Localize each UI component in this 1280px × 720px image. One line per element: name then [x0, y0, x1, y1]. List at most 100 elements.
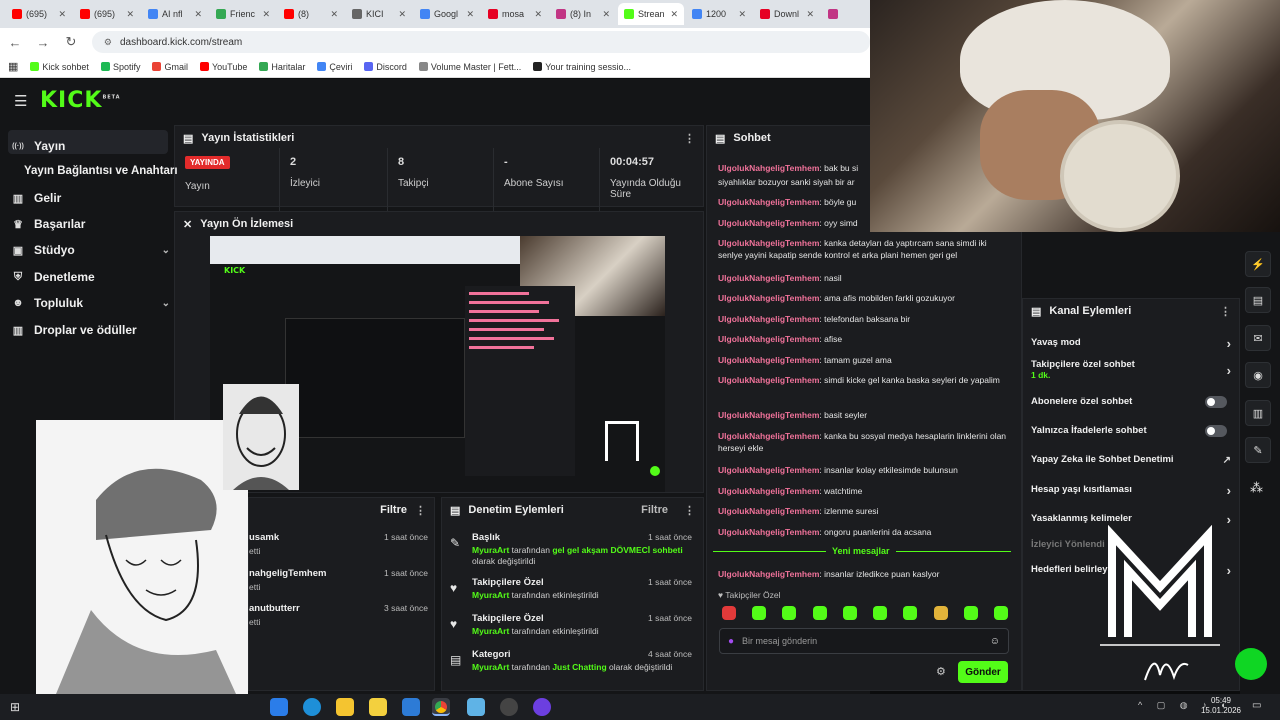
- chat-username[interactable]: UlgolukNahgeligTemhem: [718, 218, 819, 228]
- emote-icon[interactable]: [933, 606, 948, 620]
- tab-close-icon[interactable]: ✕: [194, 9, 202, 20]
- browser-tab[interactable]: 1200 ✕: [686, 3, 752, 25]
- tab-close-icon[interactable]: ✕: [670, 9, 678, 20]
- copilot-icon[interactable]: [270, 698, 288, 716]
- bookmark[interactable]: Spotify: [100, 62, 140, 72]
- moderation-row[interactable]: ✎ Başlık MyuraArt tarafından gel gel akşam…: [448, 532, 698, 566]
- windows-start-icon[interactable]: ⊞: [10, 700, 20, 714]
- sidebar-item[interactable]: Yayın Bağlantısı ve Anahtarı: [24, 159, 184, 183]
- chat-username[interactable]: UlgolukNahgeligTemhem: [718, 569, 819, 579]
- chat-username[interactable]: UlgolukNahgeligTemhem: [718, 355, 819, 365]
- sidebar-item[interactable]: ▥ Droplar ve ödüller: [12, 318, 170, 342]
- channel-action-row[interactable]: Abonelere özel sohbet: [1031, 394, 1231, 410]
- channel-action-row[interactable]: Yalnızca İfadelerle sohbet: [1031, 423, 1231, 439]
- browser-tab[interactable]: Frienc ✕: [210, 3, 276, 25]
- browser-tab[interactable]: KICI ✕: [346, 3, 412, 25]
- channel-action-row[interactable]: İzleyici Yönlendi: [1031, 537, 1231, 553]
- chrome-icon[interactable]: [432, 698, 450, 716]
- sticky-app-icon[interactable]: [369, 698, 387, 716]
- moderation-actor[interactable]: MyuraArt: [472, 545, 509, 555]
- bolt-icon[interactable]: ⚡: [1245, 251, 1271, 277]
- activity-row[interactable]: anutbutterr etti 3 saat önce: [249, 603, 429, 633]
- bookmark[interactable]: Your training sessio...: [533, 62, 631, 72]
- chat-username[interactable]: UlgolukNahgeligTemhem: [718, 506, 819, 516]
- tab-close-icon[interactable]: ✕: [602, 9, 610, 20]
- reload-icon[interactable]: ↻: [64, 34, 78, 50]
- chevron-right-icon[interactable]: ›: [1227, 563, 1231, 578]
- chat-username[interactable]: UlgolukNahgeligTemhem: [718, 527, 819, 537]
- tab-close-icon[interactable]: ✕: [126, 9, 134, 20]
- emote-icon[interactable]: [993, 606, 1008, 620]
- moderation-actor[interactable]: MyuraArt: [472, 590, 509, 600]
- moderation-row[interactable]: ♥ Takipçilere Özel MyuraArt tarafından etk…: [448, 577, 698, 611]
- emote-icon[interactable]: [842, 606, 857, 620]
- sidebar-item[interactable]: ⛨ Denetleme: [12, 265, 170, 289]
- app2-icon[interactable]: [533, 698, 551, 716]
- emote-icon[interactable]: [903, 606, 918, 620]
- wrench-icon[interactable]: ✎: [1245, 437, 1271, 463]
- moderation-actor[interactable]: MyuraArt: [472, 662, 509, 672]
- chat-username[interactable]: UlgolukNahgeligTemhem: [718, 163, 819, 173]
- more-icon[interactable]: ⋮: [415, 504, 426, 517]
- chat-message[interactable]: UlgolukNahgeligTemhem: kanka detayları d…: [718, 237, 1008, 261]
- chat-message[interactable]: UlgolukNahgeligTemhem: insanlar kolay et…: [718, 464, 1008, 476]
- tab-close-icon[interactable]: ✕: [806, 9, 814, 20]
- url-field[interactable]: ⚙ dashboard.kick.com/stream: [91, 31, 871, 53]
- browser-tab[interactable]: Strean ✕: [618, 3, 684, 25]
- chat-message[interactable]: UlgolukNahgeligTemhem: ongoru puanlerini…: [718, 526, 1008, 538]
- bookmark[interactable]: YouTube: [199, 62, 247, 72]
- chat-message[interactable]: UlgolukNahgeligTemhem: insanlar izledikc…: [718, 568, 1008, 580]
- chat-username[interactable]: UlgolukNahgeligTemhem: [718, 273, 819, 283]
- tab-close-icon[interactable]: ✕: [330, 9, 338, 20]
- chevron-right-icon[interactable]: ›: [1227, 483, 1231, 498]
- edge-icon[interactable]: [303, 698, 321, 716]
- mail-icon[interactable]: [402, 698, 420, 716]
- sidebar-item[interactable]: ▣ Stüdyo ⌄: [12, 238, 170, 262]
- sidebar-item[interactable]: ((·)) Yayın: [12, 134, 170, 158]
- chevron-right-icon[interactable]: ›: [1227, 336, 1231, 351]
- moderation-row[interactable]: ♥ Takipçilere Özel MyuraArt tarafından etk…: [448, 613, 698, 647]
- sidebar-item[interactable]: ☻ Topluluk ⌄: [12, 291, 170, 315]
- taskbar-clock[interactable]: 05:49 15.01.2026: [1196, 696, 1246, 716]
- tab-close-icon[interactable]: ✕: [466, 9, 474, 20]
- chat-username[interactable]: UlgolukNahgeligTemhem: [718, 375, 819, 385]
- emote-icon[interactable]: [752, 606, 767, 620]
- browser-tab[interactable]: (695) ✕: [74, 3, 140, 25]
- bookmark[interactable]: Kick sohbet: [30, 62, 89, 72]
- external-link-icon[interactable]: ↗: [1223, 455, 1231, 466]
- chat-message[interactable]: UlgolukNahgeligTemhem: simdi kicke gel k…: [718, 374, 1008, 386]
- channel-action-row[interactable]: Yasaklanmış kelimeler ›: [1031, 511, 1231, 527]
- chat-message[interactable]: UlgolukNahgeligTemhem: tamam guzel ama: [718, 354, 1008, 366]
- tab-close-icon[interactable]: ✕: [738, 9, 746, 20]
- moderation-row[interactable]: ▤ Kategori MyuraArt tarafından Just Chatti…: [448, 649, 698, 683]
- chevron-right-icon[interactable]: ›: [1227, 363, 1231, 378]
- chat-message[interactable]: UlgolukNahgeligTemhem: nasil: [718, 272, 1008, 284]
- tab-close-icon[interactable]: ✕: [262, 9, 270, 20]
- more-icon[interactable]: ⋮: [1220, 305, 1231, 318]
- kick-logo[interactable]: KICKBETA: [40, 88, 121, 113]
- notification-icon[interactable]: ▭: [1252, 700, 1261, 711]
- chat-bubble-icon[interactable]: ✉: [1245, 325, 1271, 351]
- obs-icon[interactable]: [500, 698, 518, 716]
- bookmark[interactable]: Discord: [364, 62, 407, 72]
- chat-username[interactable]: UlgolukNahgeligTemhem: [718, 410, 819, 420]
- chat-username[interactable]: UlgolukNahgeligTemhem: [718, 334, 819, 344]
- mic-icon[interactable]: ●: [728, 636, 734, 647]
- chat-message[interactable]: UlgolukNahgeligTemhem: kanka bu sosyal m…: [718, 430, 1008, 454]
- emote-icon[interactable]: [812, 606, 827, 620]
- chat-input[interactable]: ● Bir mesaj gönderin ☺: [719, 628, 1009, 654]
- browser-tab[interactable]: Googl ✕: [414, 3, 480, 25]
- sidebar-item[interactable]: ▥ Gelir: [12, 186, 170, 210]
- layers-icon[interactable]: ▥: [1245, 400, 1271, 426]
- send-button[interactable]: Gönder: [958, 661, 1008, 683]
- channel-action-row[interactable]: Yapay Zeka ile Sohbet Denetimi ↗: [1031, 452, 1231, 468]
- toggle-switch[interactable]: [1205, 396, 1227, 408]
- bookmark[interactable]: Haritalar: [259, 62, 305, 72]
- nodes-icon[interactable]: ⁂: [1250, 480, 1263, 496]
- chat-message[interactable]: UlgolukNahgeligTemhem: watchtime: [718, 485, 1008, 497]
- app-icon[interactable]: [467, 698, 485, 716]
- chat-username[interactable]: UlgolukNahgeligTemhem: [718, 486, 819, 496]
- chat-username[interactable]: UlgolukNahgeligTemhem: [718, 197, 819, 207]
- chat-username[interactable]: UlgolukNahgeligTemhem: [718, 465, 819, 475]
- bookmark[interactable]: Çeviri: [317, 62, 352, 72]
